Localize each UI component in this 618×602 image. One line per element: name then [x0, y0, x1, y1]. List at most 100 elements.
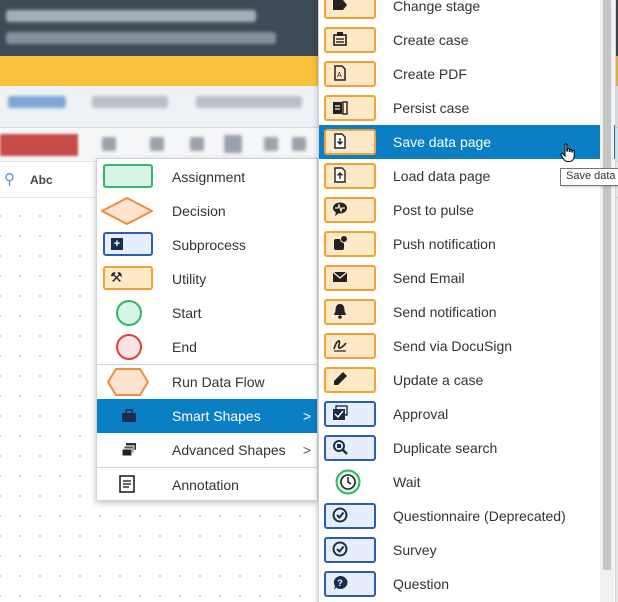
- shapes-menu: Assignment Decision + Subprocess ⚒ Utili…: [96, 158, 318, 501]
- questionnaire-icon: [324, 503, 376, 529]
- assignment-shape-icon: [103, 164, 153, 188]
- toolbar-icon-6[interactable]: [292, 137, 306, 151]
- menu-item-utility[interactable]: ⚒ Utility: [97, 262, 317, 296]
- tab-blurred-2[interactable]: [92, 96, 168, 108]
- menu-item-label: Questionnaire (Deprecated): [393, 508, 566, 524]
- menu-item-questionnaire[interactable]: Questionnaire (Deprecated): [319, 499, 615, 533]
- menu-item-label: Update a case: [393, 372, 484, 388]
- change-stage-icon: [324, 0, 376, 19]
- menu-item-persist-case[interactable]: Persist case: [319, 91, 615, 125]
- menu-item-label: Persist case: [393, 100, 470, 116]
- menu-item-label: Approval: [393, 406, 449, 422]
- pdf-icon: A: [324, 61, 376, 87]
- menu-item-label: Send Email: [393, 270, 465, 286]
- menu-item-decision[interactable]: Decision: [97, 194, 317, 228]
- menu-item-label: Smart Shapes: [172, 408, 261, 424]
- menu-item-advanced-shapes[interactable]: Advanced Shapes >: [97, 433, 317, 467]
- end-shape-icon: [116, 334, 142, 360]
- hand-cursor-icon: [560, 143, 575, 162]
- menu-item-label: Advanced Shapes: [172, 442, 286, 458]
- menu-item-change-stage[interactable]: Change stage: [319, 0, 615, 23]
- menu-item-question[interactable]: ? Question: [319, 567, 615, 601]
- toolbar-icon-1[interactable]: [102, 137, 116, 151]
- menu-item-label: Push notification: [393, 236, 496, 252]
- menu-item-create-case[interactable]: Create case: [319, 23, 615, 57]
- menu-item-label: Duplicate search: [393, 440, 498, 456]
- save-data-page-icon: [324, 129, 376, 155]
- tab-blurred-3[interactable]: [196, 96, 302, 108]
- menu-item-push-notification[interactable]: Push notification: [319, 227, 615, 261]
- toolbar-icon-2[interactable]: [150, 137, 164, 151]
- menu-scrollbar[interactable]: [600, 0, 614, 602]
- pencil-icon: [324, 367, 376, 393]
- chevron-right-icon: >: [302, 408, 311, 424]
- menu-item-send-email[interactable]: Send Email: [319, 261, 615, 295]
- menu-item-label: Post to pulse: [393, 202, 474, 218]
- app-subtitle-blurred: [6, 32, 276, 44]
- menu-item-label: Annotation: [172, 477, 239, 493]
- menu-item-post-to-pulse[interactable]: Post to pulse: [319, 193, 615, 227]
- push-notification-icon: [324, 231, 376, 257]
- menu-item-label: Load data page: [393, 168, 491, 184]
- menu-item-smart-shapes[interactable]: Smart Shapes >: [97, 399, 317, 433]
- menu-item-label: Send notification: [393, 304, 497, 320]
- menu-item-wait[interactable]: Wait: [319, 465, 615, 499]
- text-tool-label[interactable]: Abc: [30, 173, 53, 187]
- run-data-flow-shape-icon: [107, 368, 149, 396]
- chevron-right-icon: >: [302, 442, 311, 458]
- briefcase-icon: [122, 409, 136, 422]
- decision-shape-icon: [101, 197, 153, 225]
- subprocess-shape-icon: +: [103, 232, 153, 256]
- stacked-cards-icon: [121, 443, 136, 457]
- menu-item-label: Decision: [172, 203, 226, 219]
- menu-item-approval[interactable]: Approval: [319, 397, 615, 431]
- approval-icon: [324, 401, 376, 427]
- smart-shapes-menu: Change stage Create case A Create PDF Pe…: [318, 0, 616, 602]
- persist-case-icon: [324, 95, 376, 121]
- menu-item-send-via-docusign[interactable]: Send via DocuSign: [319, 329, 615, 363]
- app-title-blurred: [6, 10, 256, 22]
- menu-item-send-notification[interactable]: Send notification: [319, 295, 615, 329]
- menu-item-label: End: [172, 339, 197, 355]
- scrollbar-thumb[interactable]: [603, 0, 611, 570]
- envelope-icon: [324, 265, 376, 291]
- menu-item-duplicate-search[interactable]: Duplicate search: [319, 431, 615, 465]
- menu-item-label: Start: [172, 305, 202, 321]
- toolbar-action-button[interactable]: [0, 134, 78, 156]
- tab-blurred-1[interactable]: [8, 96, 66, 108]
- duplicate-search-icon: [324, 435, 376, 461]
- menu-item-label: Subprocess: [172, 237, 246, 253]
- docusign-icon: [324, 333, 376, 359]
- menu-item-assignment[interactable]: Assignment: [97, 160, 317, 194]
- load-data-page-icon: [324, 163, 376, 189]
- menu-item-label: Utility: [172, 271, 207, 287]
- question-icon: ?: [324, 571, 376, 597]
- create-case-icon: [324, 27, 376, 53]
- location-pin-icon[interactable]: ⚲: [4, 172, 15, 188]
- menu-item-run-data-flow[interactable]: Run Data Flow: [97, 365, 317, 399]
- menu-item-subprocess[interactable]: + Subprocess: [97, 228, 317, 262]
- menu-item-label: Question: [393, 576, 450, 592]
- menu-item-start[interactable]: Start: [97, 296, 317, 330]
- menu-item-annotation[interactable]: Annotation: [97, 468, 317, 502]
- menu-item-label: Wait: [393, 474, 421, 490]
- menu-item-label: Survey: [393, 542, 437, 558]
- menu-item-label: Assignment: [172, 169, 246, 185]
- menu-item-label: Run Data Flow: [172, 374, 265, 390]
- toolbar-icon-4[interactable]: [224, 135, 242, 153]
- menu-item-create-pdf[interactable]: A Create PDF: [319, 57, 615, 91]
- toolbar-icon-3[interactable]: [190, 137, 204, 151]
- svg-text:A: A: [337, 72, 342, 79]
- svg-text:?: ?: [337, 578, 343, 588]
- toolbar-icon-5[interactable]: [264, 137, 278, 151]
- bell-icon: [324, 299, 376, 325]
- tooltip: Save data: [560, 168, 618, 186]
- menu-item-label: Create PDF: [393, 66, 467, 82]
- menu-item-label: Send via DocuSign: [393, 338, 513, 354]
- menu-item-end[interactable]: End: [97, 330, 317, 364]
- menu-item-survey[interactable]: Survey: [319, 533, 615, 567]
- clock-icon: [335, 469, 361, 495]
- menu-item-update-a-case[interactable]: Update a case: [319, 363, 615, 397]
- menu-item-label: Create case: [393, 32, 469, 48]
- menu-item-label: Change stage: [393, 0, 481, 14]
